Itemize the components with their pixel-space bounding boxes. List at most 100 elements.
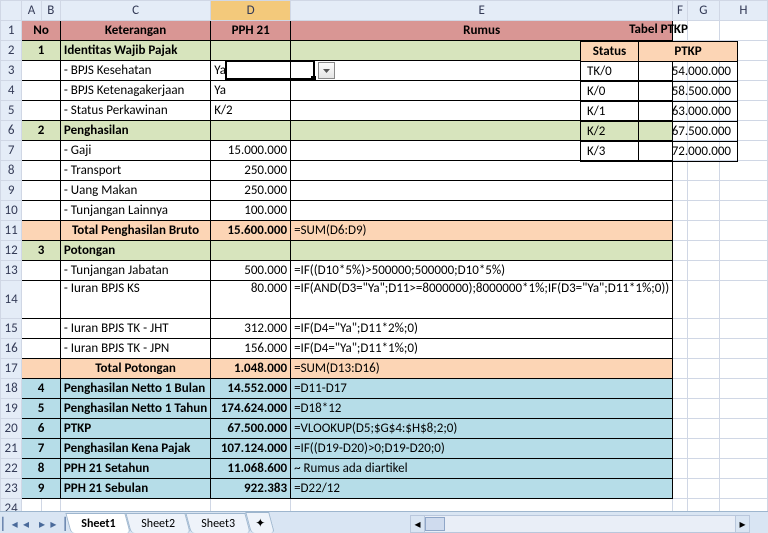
select-all-corner[interactable]	[1, 1, 22, 21]
cell-a6[interactable]: 2	[22, 121, 61, 141]
col-header-f[interactable]: F	[673, 1, 688, 21]
row-header-16[interactable]: 16	[1, 339, 22, 359]
cell-a12[interactable]: 3	[22, 241, 61, 261]
cell-d14[interactable]: 80.000	[211, 281, 291, 319]
cell-a18[interactable]: 4	[22, 379, 61, 399]
cell-c23[interactable]: PPH 21 Sebulan	[60, 479, 210, 499]
row-header-5[interactable]: 5	[1, 101, 22, 121]
cell-c2[interactable]: Identitas Wajib Pajak	[60, 41, 210, 61]
row-header-3[interactable]: 3	[1, 61, 22, 81]
tab-nav-prev[interactable]: ◂	[18, 515, 34, 533]
ptkp-cell[interactable]: K/0	[581, 82, 639, 102]
cell-d23[interactable]: 922.383	[211, 479, 291, 499]
ptkp-cell[interactable]: 72.000.000	[639, 142, 738, 162]
cell-a20[interactable]: 6	[22, 419, 61, 439]
cell-d13[interactable]: 500.000	[211, 261, 291, 281]
tab-nav-last[interactable]: ▸▕	[50, 515, 66, 533]
cell-c21[interactable]: Penghasilan Kena Pajak	[60, 439, 210, 459]
sheet-tab-2[interactable]: Sheet2	[126, 513, 191, 533]
cell-a23[interactable]: 9	[22, 479, 61, 499]
row-header-2[interactable]: 2	[1, 41, 22, 61]
cell-a2[interactable]: 1	[22, 41, 61, 61]
ptkp-table[interactable]: StatusPTKP TK/054.000.000 K/058.500.000 …	[580, 41, 738, 162]
row-header-6[interactable]: 6	[1, 121, 22, 141]
cell-a21[interactable]: 7	[22, 439, 61, 459]
row-header-11[interactable]: 11	[1, 221, 22, 241]
cell-d20[interactable]: 67.500.000	[211, 419, 291, 439]
col-header-a[interactable]: A	[22, 1, 41, 21]
cell-d4[interactable]: Ya	[211, 81, 291, 101]
row-header-7[interactable]: 7	[1, 141, 22, 161]
cell-c3[interactable]: - BPJS Kesehatan	[60, 61, 210, 81]
ptkp-cell[interactable]: K/1	[581, 102, 639, 122]
cell-d15[interactable]: 312.000	[211, 319, 291, 339]
cell-c18[interactable]: Penghasilan Netto 1 Bulan	[60, 379, 210, 399]
ptkp-cell[interactable]: 67.500.000	[639, 122, 738, 142]
cell-c13[interactable]: - Tunjangan Jabatan	[60, 261, 210, 281]
cell-c4[interactable]: - BPJS Ketenagakerjaan	[60, 81, 210, 101]
cell-d16[interactable]: 156.000	[211, 339, 291, 359]
row-header-19[interactable]: 19	[1, 399, 22, 419]
cell-e16[interactable]: =IF(D4="Ya";D11*1%;0)	[291, 339, 673, 359]
cell-e20[interactable]: =VLOOKUP(D5;$G$4:$H$8;2;0)	[291, 419, 673, 439]
cell-c7[interactable]: - Gaji	[60, 141, 210, 161]
cell-e13[interactable]: =IF((D10*5%)>500000;500000;D10*5%)	[291, 261, 673, 281]
cell-header-no[interactable]: No	[22, 21, 61, 41]
row-header-4[interactable]: 4	[1, 81, 22, 101]
cell-c9[interactable]: - Uang Makan	[60, 181, 210, 201]
col-header-g[interactable]: G	[687, 1, 719, 21]
col-header-c[interactable]: C	[60, 1, 210, 21]
row-header-20[interactable]: 20	[1, 419, 22, 439]
row-header-21[interactable]: 21	[1, 439, 22, 459]
col-header-b[interactable]: B	[41, 1, 60, 21]
cell-d10[interactable]: 100.000	[211, 201, 291, 221]
cell-c14[interactable]: - Iuran BPJS KS	[60, 281, 210, 319]
cell-e23[interactable]: =D22/12	[291, 479, 673, 499]
ptkp-cell[interactable]: K/2	[581, 122, 639, 142]
cell-a22[interactable]: 8	[22, 459, 61, 479]
cell-d11[interactable]: 15.600.000	[211, 221, 291, 241]
cell-d5[interactable]: K/2	[211, 101, 291, 121]
sheet-tab-3[interactable]: Sheet3	[185, 513, 250, 533]
sheet-tab-new[interactable]: ✦	[245, 512, 275, 533]
scroll-left-button[interactable]: ◂	[411, 516, 425, 532]
row-header-22[interactable]: 22	[1, 459, 22, 479]
ptkp-cell[interactable]: 63.000.000	[639, 102, 738, 122]
tab-nav-next[interactable]: ▸	[34, 515, 50, 533]
cell-d3[interactable]: Ya	[211, 61, 291, 81]
col-header-d[interactable]: D	[211, 1, 291, 21]
ptkp-cell[interactable]: TK/0	[581, 62, 639, 82]
cell-e22[interactable]: ~ Rumus ada diartikel	[291, 459, 673, 479]
row-header-12[interactable]: 12	[1, 241, 22, 261]
cell-e14[interactable]: =IF(AND(D3="Ya";D11>=8000000);8000000*1%…	[291, 281, 673, 319]
cell-c19[interactable]: Penghasilan Netto 1 Tahun	[60, 399, 210, 419]
cell-c11[interactable]: Total Penghasilan Bruto	[60, 221, 210, 241]
row-header-9[interactable]: 9	[1, 181, 22, 201]
cell-d2[interactable]	[211, 41, 291, 61]
row-header-18[interactable]: 18	[1, 379, 22, 399]
cell-c16[interactable]: - Iuran BPJS TK - JPN	[60, 339, 210, 359]
cell-c17[interactable]: Total Potongan	[60, 359, 210, 379]
row-header-1[interactable]: 1	[1, 21, 22, 41]
cell-e15[interactable]: =IF(D4="Ya";D11*2%;0)	[291, 319, 673, 339]
cell-e18[interactable]: =D11-D17	[291, 379, 673, 399]
ptkp-cell[interactable]: 54.000.000	[639, 62, 738, 82]
cell-e11[interactable]: =SUM(D6:D9)	[291, 221, 673, 241]
cell-d22[interactable]: 11.068.600	[211, 459, 291, 479]
cell-d7[interactable]: 15.000.000	[211, 141, 291, 161]
scroll-right-button[interactable]: ▸	[735, 516, 749, 532]
cell-d19[interactable]: 174.624.000	[211, 399, 291, 419]
cell-header-ket[interactable]: Keterangan	[60, 21, 210, 41]
cell-e17[interactable]: =SUM(D13:D16)	[291, 359, 673, 379]
horizontal-scrollbar[interactable]: ◂ ▸	[410, 515, 750, 533]
cell-c10[interactable]: - Tunjangan Lainnya	[60, 201, 210, 221]
dropdown-button[interactable]	[318, 62, 335, 79]
ptkp-cell[interactable]: K/3	[581, 142, 639, 162]
sheet-tab-1[interactable]: Sheet1	[65, 513, 131, 533]
scroll-thumb[interactable]	[425, 517, 445, 531]
row-header-10[interactable]: 10	[1, 201, 22, 221]
col-header-h[interactable]: H	[719, 1, 767, 21]
cell-c12[interactable]: Potongan	[60, 241, 210, 261]
cell-d17[interactable]: 1.048.000	[211, 359, 291, 379]
row-header-15[interactable]: 15	[1, 319, 22, 339]
